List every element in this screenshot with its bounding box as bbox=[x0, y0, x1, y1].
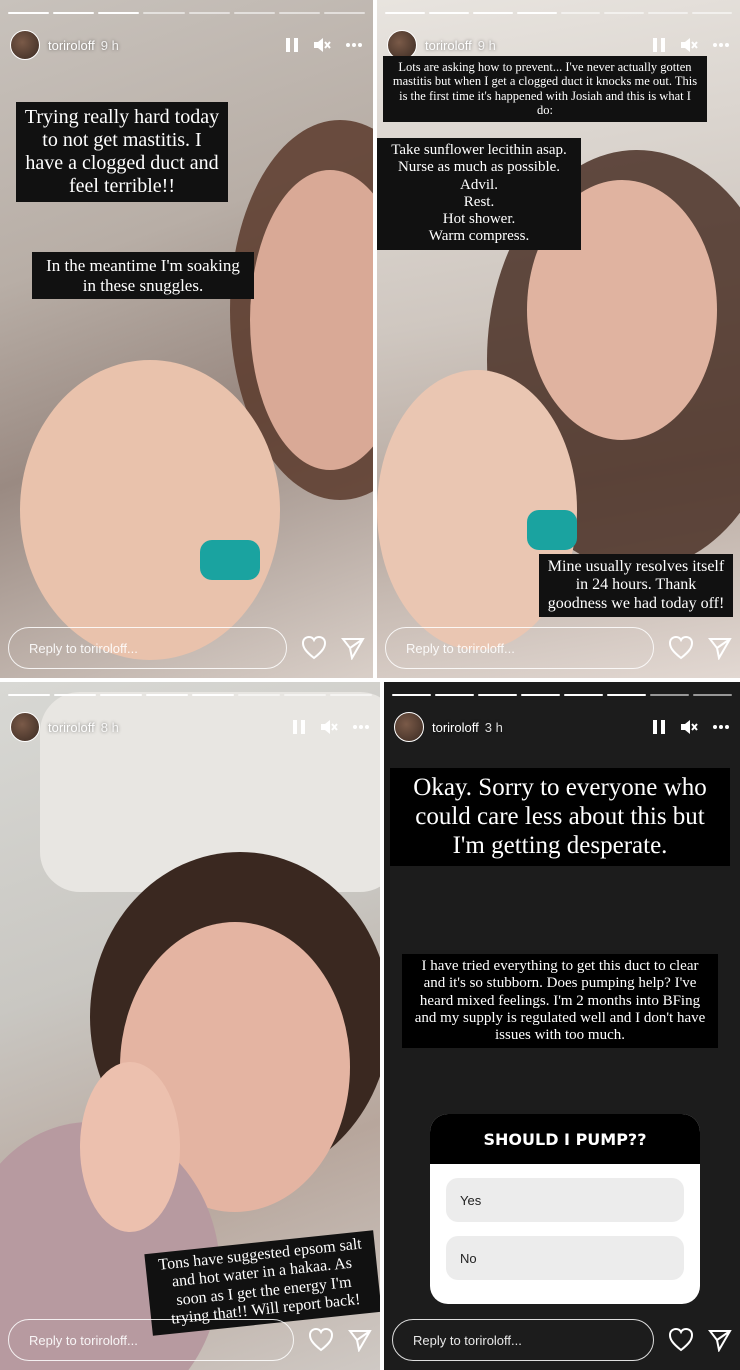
story-progress bbox=[8, 12, 365, 14]
photo-pacifier bbox=[200, 540, 260, 580]
poll-option-yes[interactable]: Yes bbox=[446, 1178, 684, 1222]
story-header: toriroloff 9 h bbox=[10, 30, 363, 60]
more-icon[interactable] bbox=[345, 42, 363, 48]
post-time: 9 h bbox=[100, 37, 119, 53]
heart-icon[interactable] bbox=[301, 636, 327, 660]
poll-option-no[interactable]: No bbox=[446, 1236, 684, 1280]
send-icon[interactable] bbox=[708, 636, 732, 660]
story-panel-3[interactable]: toriroloff 8 h Tons have suggested epsom… bbox=[0, 682, 380, 1370]
caption-secondary: In the meantime I'm soaking in these snu… bbox=[32, 252, 254, 300]
story-panel-1[interactable]: toriroloff 9 h Trying really hard today … bbox=[0, 0, 373, 678]
send-icon[interactable] bbox=[348, 1328, 372, 1352]
reply-input[interactable]: Reply to toriroloff... bbox=[8, 1319, 294, 1361]
poll-sticker[interactable]: SHOULD I PUMP?? Yes No bbox=[430, 1114, 700, 1304]
send-icon[interactable] bbox=[341, 636, 365, 660]
photo-pacifier bbox=[527, 510, 577, 550]
caption-closing: Mine usually resolves itself in 24 hours… bbox=[539, 554, 733, 618]
avatar[interactable] bbox=[10, 30, 40, 60]
username[interactable]: toriroloff bbox=[48, 720, 95, 735]
heart-icon[interactable] bbox=[668, 636, 694, 660]
caption-headline: Okay. Sorry to everyone who could care l… bbox=[390, 768, 730, 867]
caption-intro: Lots are asking how to prevent... I've n… bbox=[383, 56, 707, 122]
post-time: 8 h bbox=[100, 719, 119, 735]
pause-icon[interactable] bbox=[652, 37, 666, 53]
more-icon[interactable] bbox=[712, 42, 730, 48]
mute-icon[interactable] bbox=[320, 719, 338, 735]
avatar[interactable] bbox=[10, 712, 40, 742]
reply-input[interactable]: Reply to toriroloff... bbox=[8, 627, 287, 669]
send-icon[interactable] bbox=[708, 1328, 732, 1352]
story-header: toriroloff 8 h bbox=[10, 712, 370, 742]
more-icon[interactable] bbox=[352, 724, 370, 730]
story-panel-4[interactable]: toriroloff 3 h Okay. Sorry to everyone w… bbox=[384, 682, 740, 1370]
avatar[interactable] bbox=[394, 712, 424, 742]
caption-main: Trying really hard today to not get mast… bbox=[16, 102, 228, 202]
caption-list: Take sunflower lecithin asap. Nurse as m… bbox=[377, 138, 581, 250]
photo-baby bbox=[20, 360, 280, 660]
photo-hand bbox=[80, 1062, 180, 1232]
post-time: 3 h bbox=[484, 719, 503, 735]
story-panel-2[interactable]: toriroloff 9 h Lots are asking how to pr… bbox=[377, 0, 740, 678]
post-time: 9 h bbox=[477, 37, 496, 53]
story-header: toriroloff 3 h bbox=[394, 712, 730, 742]
caption-body: I have tried everything to get this duct… bbox=[402, 954, 718, 1049]
pause-icon[interactable] bbox=[652, 719, 666, 735]
story-progress bbox=[392, 694, 732, 696]
mute-icon[interactable] bbox=[680, 37, 698, 53]
mute-icon[interactable] bbox=[680, 719, 698, 735]
more-icon[interactable] bbox=[712, 724, 730, 730]
reply-input[interactable]: Reply to toriroloff... bbox=[385, 627, 654, 669]
poll-question: SHOULD I PUMP?? bbox=[430, 1114, 700, 1164]
story-progress bbox=[385, 12, 732, 14]
mute-icon[interactable] bbox=[313, 37, 331, 53]
heart-icon[interactable] bbox=[668, 1328, 694, 1352]
story-progress bbox=[8, 694, 372, 696]
pause-icon[interactable] bbox=[292, 719, 306, 735]
username[interactable]: toriroloff bbox=[48, 38, 95, 53]
username[interactable]: toriroloff bbox=[432, 720, 479, 735]
username[interactable]: toriroloff bbox=[425, 38, 472, 53]
reply-input[interactable]: Reply to toriroloff... bbox=[392, 1319, 654, 1361]
pause-icon[interactable] bbox=[285, 37, 299, 53]
heart-icon[interactable] bbox=[308, 1328, 334, 1352]
